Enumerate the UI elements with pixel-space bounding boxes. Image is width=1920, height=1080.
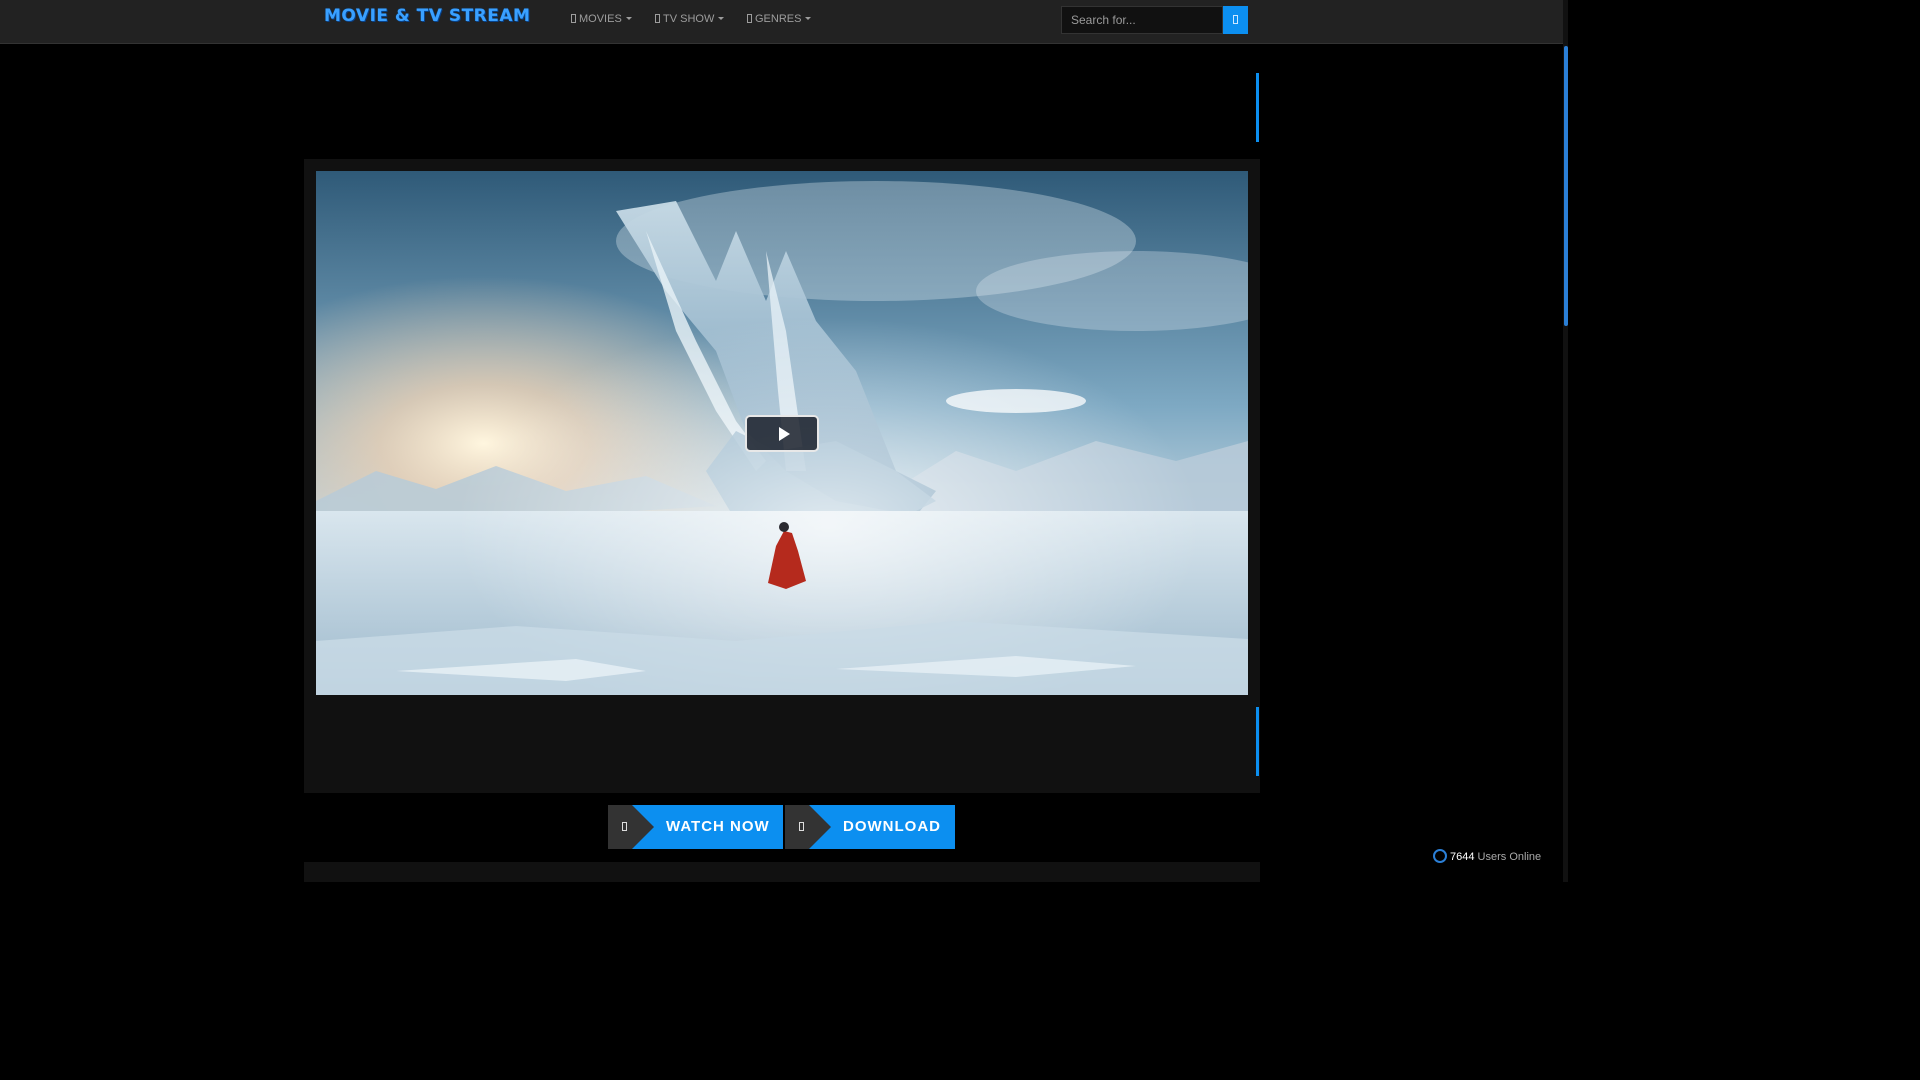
users-online-indicator: 7644 Users Online xyxy=(1433,849,1541,863)
users-icon xyxy=(1433,849,1447,863)
nav-movies-label: MOVIES xyxy=(579,13,622,25)
play-icon xyxy=(779,427,790,441)
nav-tvshow-dropdown[interactable]: TV SHOW xyxy=(655,13,725,25)
play-button[interactable] xyxy=(745,415,819,452)
nav-tvshow-label: TV SHOW xyxy=(663,13,715,25)
details-panel xyxy=(304,862,1260,882)
ad-slot-top-accent xyxy=(1256,73,1259,142)
download-arrow xyxy=(809,805,831,849)
watch-now-label: WATCH NOW xyxy=(632,805,783,849)
search-icon xyxy=(1233,15,1238,24)
ad-slot-bottom-accent xyxy=(1256,707,1259,776)
users-online-count: 7644 xyxy=(1450,851,1475,863)
nav-genres-dropdown[interactable]: GENRES xyxy=(747,13,812,25)
nav-movies-dropdown[interactable]: MOVIES xyxy=(571,13,632,25)
chevron-down-icon xyxy=(805,17,812,20)
search-input[interactable] xyxy=(1061,6,1223,34)
scrollbar-thumb[interactable] xyxy=(1564,46,1568,326)
film-icon xyxy=(571,14,576,23)
chevron-down-icon xyxy=(718,17,725,20)
tv-icon xyxy=(655,14,660,23)
chevron-down-icon xyxy=(625,17,632,20)
site-logo[interactable]: MOVIE & TV STREAM xyxy=(324,6,530,26)
nav-genres-label: GENRES xyxy=(755,13,802,25)
tags-icon xyxy=(747,14,752,23)
watch-now-button[interactable]: WATCH NOW xyxy=(608,805,783,849)
download-icon xyxy=(799,822,804,831)
watch-now-arrow xyxy=(632,805,654,849)
top-navbar: MOVIE & TV STREAM MOVIES TV SHOW GENRES xyxy=(0,0,1563,44)
search-button[interactable] xyxy=(1223,6,1248,34)
play-circle-icon xyxy=(622,822,627,831)
users-online-label: Users Online xyxy=(1477,851,1542,863)
download-button[interactable]: DOWNLOAD xyxy=(785,805,955,849)
